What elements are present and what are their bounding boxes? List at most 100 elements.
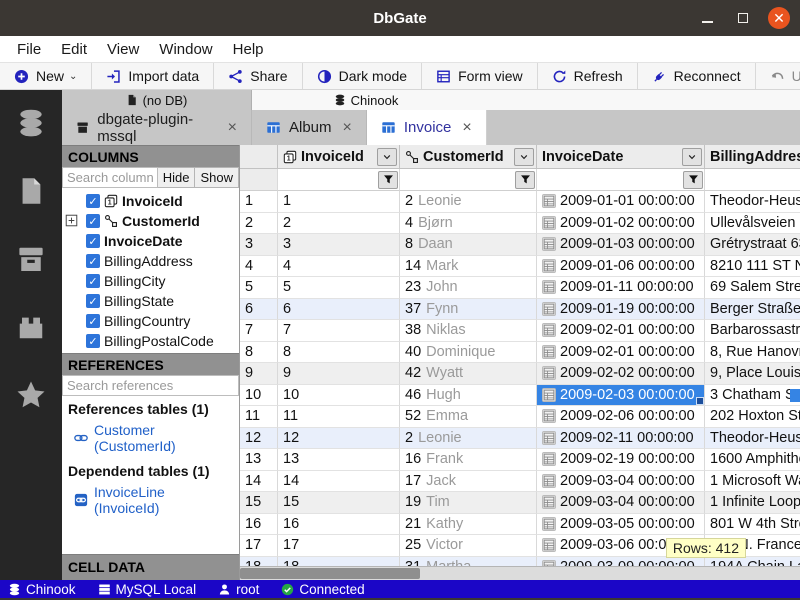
hide-button[interactable]: Hide bbox=[158, 167, 196, 188]
cell-invoicedate-selected[interactable]: 2009-02-03 00:00:00 bbox=[537, 385, 705, 407]
row-number-cell[interactable]: 15 bbox=[240, 492, 278, 514]
cell-customerid[interactable]: 8Daan bbox=[400, 234, 537, 256]
cell-customerid[interactable]: 19Tim bbox=[400, 492, 537, 514]
cell-invoiceid[interactable]: 9 bbox=[278, 363, 400, 385]
cell-billingaddress[interactable]: 1 Infinite Loop bbox=[705, 492, 800, 514]
cell-invoiceid[interactable]: 18 bbox=[278, 557, 400, 567]
share-button[interactable]: Share bbox=[214, 63, 302, 89]
datetime-editor-icon[interactable] bbox=[542, 259, 556, 273]
statusbar-mysql-local[interactable]: MySQL Local bbox=[98, 582, 197, 597]
cell-invoicedate[interactable]: 2009-02-11 00:00:00 bbox=[537, 428, 705, 450]
filter-input-customerid[interactable] bbox=[400, 169, 515, 190]
filter-funnel-button[interactable] bbox=[378, 171, 398, 189]
row-number-cell[interactable]: 11 bbox=[240, 406, 278, 428]
cell-invoiceid[interactable]: 16 bbox=[278, 514, 400, 536]
cell-billingaddress[interactable]: Berger Straße 10 bbox=[705, 299, 800, 321]
row-number-cell[interactable]: 14 bbox=[240, 471, 278, 493]
row-number-cell[interactable]: 16 bbox=[240, 514, 278, 536]
cell-billingaddress[interactable]: 9, Place Louis Barthou bbox=[705, 363, 800, 385]
datetime-editor-icon[interactable] bbox=[542, 280, 556, 294]
row-number-cell[interactable]: 9 bbox=[240, 363, 278, 385]
datetime-editor-icon[interactable] bbox=[542, 194, 556, 208]
close-tab-icon[interactable]: × bbox=[462, 119, 471, 137]
datetime-editor-icon[interactable] bbox=[542, 216, 556, 230]
cell-invoiceid[interactable]: 3 bbox=[278, 234, 400, 256]
column-item-billingstate[interactable]: ✓BillingState bbox=[62, 291, 239, 311]
cell-invoiceid[interactable]: 15 bbox=[278, 492, 400, 514]
refresh-button[interactable]: Refresh bbox=[538, 63, 638, 89]
dark-mode-button[interactable]: Dark mode bbox=[303, 63, 422, 89]
column-checkbox[interactable]: ✓ bbox=[86, 294, 100, 308]
filter-funnel-button[interactable] bbox=[515, 171, 535, 189]
cell-invoicedate[interactable]: 2009-03-05 00:00:00 bbox=[537, 514, 705, 536]
minimize-button[interactable] bbox=[696, 7, 718, 29]
archive-icon[interactable] bbox=[16, 244, 46, 274]
datetime-editor-icon[interactable] bbox=[542, 302, 556, 316]
cell-invoicedate[interactable]: 2009-02-01 00:00:00 bbox=[537, 320, 705, 342]
cell-invoiceid[interactable]: 13 bbox=[278, 449, 400, 471]
database-icon[interactable] bbox=[16, 108, 46, 138]
cell-customerid[interactable]: 46Hugh bbox=[400, 385, 537, 407]
row-number-cell[interactable]: 2 bbox=[240, 213, 278, 235]
cell-invoiceid[interactable]: 5 bbox=[278, 277, 400, 299]
show-button[interactable]: Show bbox=[195, 167, 239, 188]
cell-invoiceid[interactable]: 10 bbox=[278, 385, 400, 407]
form-view-button[interactable]: Form view bbox=[422, 63, 538, 89]
maximize-button[interactable] bbox=[732, 7, 754, 29]
column-checkbox[interactable]: ✓ bbox=[86, 314, 100, 328]
row-number-cell[interactable]: 13 bbox=[240, 449, 278, 471]
column-item-billingpostalcode[interactable]: ✓BillingPostalCode bbox=[62, 331, 239, 351]
row-number-cell[interactable]: 12 bbox=[240, 428, 278, 450]
filter-input-billingaddress[interactable] bbox=[705, 169, 800, 190]
cell-invoiceid[interactable]: 1 bbox=[278, 191, 400, 213]
cell-invoicedate[interactable]: 2009-01-02 00:00:00 bbox=[537, 213, 705, 235]
cell-billingaddress[interactable]: Ullevålsveien 14 bbox=[705, 213, 800, 235]
filter-input-invoiceid[interactable] bbox=[278, 169, 378, 190]
cell-billingaddress[interactable]: Theodor-Heuss-Straße 34 bbox=[705, 428, 800, 450]
cell-invoiceid[interactable]: 2 bbox=[278, 213, 400, 235]
horizontal-scrollbar-thumb[interactable] bbox=[240, 568, 420, 579]
row-number-cell[interactable]: 5 bbox=[240, 277, 278, 299]
row-number-cell[interactable]: 7 bbox=[240, 320, 278, 342]
column-header-invoicedate[interactable]: InvoiceDate bbox=[537, 145, 705, 169]
menu-edit[interactable]: Edit bbox=[52, 39, 96, 60]
menu-file[interactable]: File bbox=[8, 39, 50, 60]
new-button[interactable]: New⌄ bbox=[0, 63, 92, 89]
cell-invoiceid[interactable]: 8 bbox=[278, 342, 400, 364]
column-item-invoicedate[interactable]: ✓InvoiceDate bbox=[62, 231, 239, 251]
cell-billingaddress[interactable]: 8210 111 ST NW bbox=[705, 256, 800, 278]
datetime-editor-icon[interactable] bbox=[542, 366, 556, 380]
cell-invoiceid[interactable]: 17 bbox=[278, 535, 400, 557]
reference-link[interactable]: InvoiceLine (InvoiceId) bbox=[66, 482, 235, 518]
reconnect-button[interactable]: Reconnect bbox=[638, 63, 756, 89]
column-checkbox[interactable]: ✓ bbox=[86, 194, 100, 208]
plugin-icon[interactable] bbox=[16, 312, 46, 342]
column-item-customerid[interactable]: ✓CustomerId bbox=[62, 211, 239, 231]
datetime-editor-icon[interactable] bbox=[542, 517, 556, 531]
datetime-editor-icon[interactable] bbox=[542, 474, 556, 488]
column-checkbox[interactable]: ✓ bbox=[86, 234, 100, 248]
cell-customerid[interactable]: 31Martha bbox=[400, 557, 537, 567]
column-item-billingcity[interactable]: ✓BillingCity bbox=[62, 271, 239, 291]
datetime-editor-icon[interactable] bbox=[542, 388, 556, 402]
star-icon[interactable] bbox=[16, 380, 46, 410]
row-number-cell[interactable]: 10 bbox=[240, 385, 278, 407]
cell-invoiceid[interactable]: 7 bbox=[278, 320, 400, 342]
cell-customerid[interactable]: 25Victor bbox=[400, 535, 537, 557]
cell-invoicedate[interactable]: 2009-03-04 00:00:00 bbox=[537, 492, 705, 514]
menu-help[interactable]: Help bbox=[224, 39, 273, 60]
cell-billingaddress[interactable]: 202 Hoxton Street bbox=[705, 406, 800, 428]
close-tab-icon[interactable]: × bbox=[343, 119, 352, 137]
search-references-input[interactable] bbox=[62, 375, 239, 396]
cell-customerid[interactable]: 23John bbox=[400, 277, 537, 299]
column-checkbox[interactable]: ✓ bbox=[86, 274, 100, 288]
column-checkbox[interactable]: ✓ bbox=[86, 254, 100, 268]
tab-dbgate-plugin-mssql[interactable]: dbgate-plugin-mssql× bbox=[62, 110, 252, 145]
menu-window[interactable]: Window bbox=[150, 39, 221, 60]
corner-header-cell[interactable] bbox=[240, 145, 278, 169]
cell-billingaddress[interactable]: Theodor-Heuss-Straße 34 bbox=[705, 191, 800, 213]
column-header-invoiceid[interactable]: 1InvoiceId bbox=[278, 145, 400, 169]
tab-invoice[interactable]: Invoice× bbox=[367, 110, 487, 145]
horizontal-scrollbar[interactable] bbox=[240, 566, 800, 580]
statusbar-root[interactable]: root bbox=[218, 582, 259, 597]
